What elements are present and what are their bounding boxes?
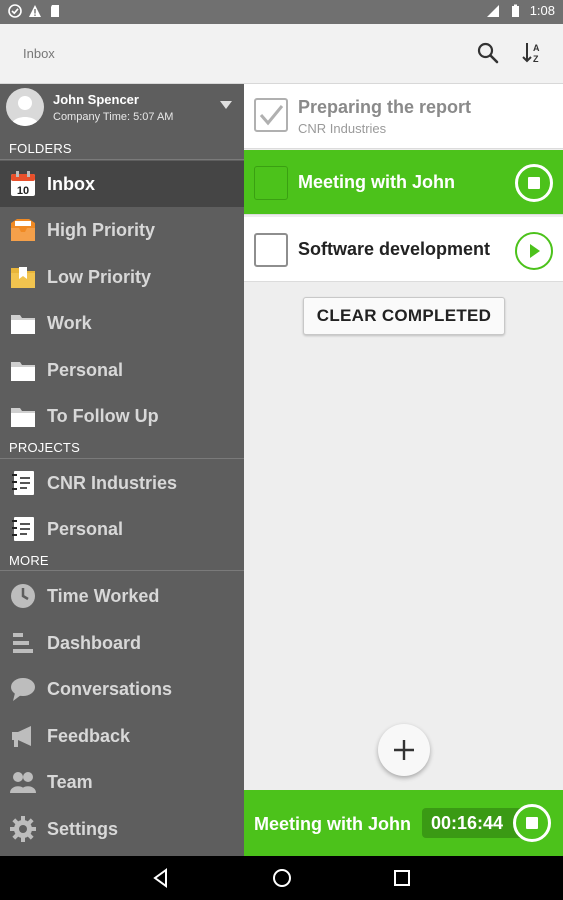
- svg-text:A: A: [533, 43, 540, 53]
- gear-icon: [10, 816, 36, 842]
- account-dropdown-icon[interactable]: [220, 101, 232, 109]
- system-navigation-bar: [0, 856, 563, 900]
- notebook-icon: [12, 517, 34, 541]
- active-timer-bar[interactable]: Meeting with John 00:16:44: [244, 790, 563, 856]
- nav-label: Time Worked: [47, 586, 160, 606]
- nav-item-time-worked[interactable]: Time Worked: [0, 573, 244, 619]
- add-task-button[interactable]: [378, 724, 430, 776]
- page-title: Inbox: [23, 46, 55, 61]
- nav-item-conversations[interactable]: Conversations: [0, 666, 244, 712]
- navigation-drawer: John Spencer Company Time: 5:07 AM FOLDE…: [0, 84, 244, 856]
- sort-az-icon[interactable]: AZ: [520, 40, 546, 66]
- clear-completed-button[interactable]: CLEAR COMPLETED: [303, 297, 505, 335]
- divider: [0, 159, 244, 160]
- nav-item-settings[interactable]: Settings: [0, 806, 244, 852]
- signal-4g-icon: [486, 4, 499, 17]
- task-title: Software development: [298, 239, 491, 259]
- svg-text:10: 10: [17, 185, 29, 197]
- recents-icon[interactable]: [391, 867, 413, 889]
- task-title: Preparing the report: [298, 97, 472, 117]
- play-icon: [530, 244, 540, 258]
- nav-label: To Follow Up: [47, 406, 159, 426]
- projects-heading: PROJECTS: [9, 440, 80, 455]
- nav-label: CNR Industries: [47, 473, 178, 493]
- notebook-icon: [12, 471, 34, 495]
- battery-icon: [511, 4, 519, 17]
- start-timer-button[interactable]: [515, 232, 553, 270]
- stop-timer-button[interactable]: [515, 164, 553, 202]
- status-bar: 1:08: [0, 0, 563, 24]
- task-checkbox[interactable]: [254, 233, 288, 267]
- account-header[interactable]: John Spencer Company Time: 5:07 AM: [0, 84, 244, 140]
- task-row[interactable]: Preparing the report CNR Industries: [244, 84, 563, 149]
- divider: [0, 458, 244, 459]
- elapsed-time: 00:16:44: [422, 808, 526, 838]
- back-icon[interactable]: [150, 867, 172, 889]
- status-time: 1:08: [529, 3, 555, 18]
- warning-icon: [29, 5, 41, 17]
- nav-item-personal-folder[interactable]: Personal: [0, 347, 244, 393]
- sd-card-icon: [51, 5, 59, 17]
- nav-item-feedback[interactable]: Feedback: [0, 713, 244, 759]
- nav-item-work[interactable]: Work: [0, 300, 244, 346]
- nav-label: Inbox: [47, 174, 95, 194]
- nav-label: Settings: [47, 819, 119, 839]
- bookmark-folder-yellow-icon: [11, 267, 35, 288]
- folders-heading: FOLDERS: [9, 141, 72, 156]
- clock-icon: [11, 584, 35, 608]
- nav-item-inbox[interactable]: 10 Inbox: [0, 161, 244, 207]
- megaphone-icon: [12, 726, 31, 747]
- stop-timer-button[interactable]: [513, 804, 551, 842]
- nav-item-to-follow-up[interactable]: To Follow Up: [0, 393, 244, 439]
- bar-list-icon: [13, 633, 33, 653]
- nav-label: Team: [47, 772, 93, 792]
- nav-label: Dashboard: [47, 633, 142, 653]
- nav-label: Low Priority: [47, 267, 152, 287]
- nav-label: Personal: [47, 519, 124, 539]
- stop-icon: [526, 817, 538, 829]
- nav-label: Work: [47, 313, 92, 333]
- nav-item-team[interactable]: Team: [0, 759, 244, 805]
- checkmark-icon: [259, 105, 284, 126]
- nav-label: Conversations: [47, 679, 173, 699]
- search-icon[interactable]: [476, 41, 500, 65]
- nav-label: Feedback: [47, 726, 131, 746]
- task-row[interactable]: Software development: [244, 217, 563, 282]
- calendar-icon: 10: [11, 171, 35, 197]
- nav-item-dashboard[interactable]: Dashboard: [0, 620, 244, 666]
- nav-item-high-priority[interactable]: High Priority: [0, 207, 244, 253]
- sync-check-icon: [8, 4, 22, 18]
- account-name: John Spencer: [53, 92, 139, 107]
- more-heading: MORE: [9, 553, 49, 568]
- plus-icon: [394, 740, 414, 760]
- nav-item-project-cnr-industries[interactable]: CNR Industries: [0, 460, 244, 506]
- active-task-title: Meeting with John: [254, 814, 411, 834]
- stop-icon: [528, 177, 540, 189]
- person-silhouette-icon: [11, 96, 39, 126]
- avatar: [6, 88, 44, 126]
- task-title: Meeting with John: [298, 172, 455, 192]
- nav-item-project-personal[interactable]: Personal: [0, 506, 244, 552]
- task-checkbox[interactable]: [254, 166, 288, 200]
- nav-label: High Priority: [47, 220, 156, 240]
- folder-icon: [11, 362, 35, 381]
- folder-icon: [11, 408, 35, 427]
- task-checkbox[interactable]: [254, 98, 288, 132]
- people-icon: [10, 772, 36, 793]
- nav-label: Personal: [47, 360, 124, 380]
- company-time: Company Time: 5:07 AM: [53, 111, 174, 123]
- home-icon[interactable]: [271, 867, 293, 889]
- task-row[interactable]: Meeting with John: [244, 150, 563, 215]
- nav-item-low-priority[interactable]: Low Priority: [0, 254, 244, 300]
- divider: [0, 570, 244, 571]
- app-bar: Inbox AZ: [0, 24, 563, 84]
- folder-icon: [11, 315, 35, 334]
- task-project: CNR Industries: [298, 121, 387, 136]
- svg-text:Z: Z: [533, 54, 539, 64]
- chat-bubble-icon: [11, 678, 35, 701]
- inbox-tray-orange-icon: [11, 219, 35, 241]
- task-list-pane: Preparing the report CNR Industries Meet…: [244, 84, 563, 790]
